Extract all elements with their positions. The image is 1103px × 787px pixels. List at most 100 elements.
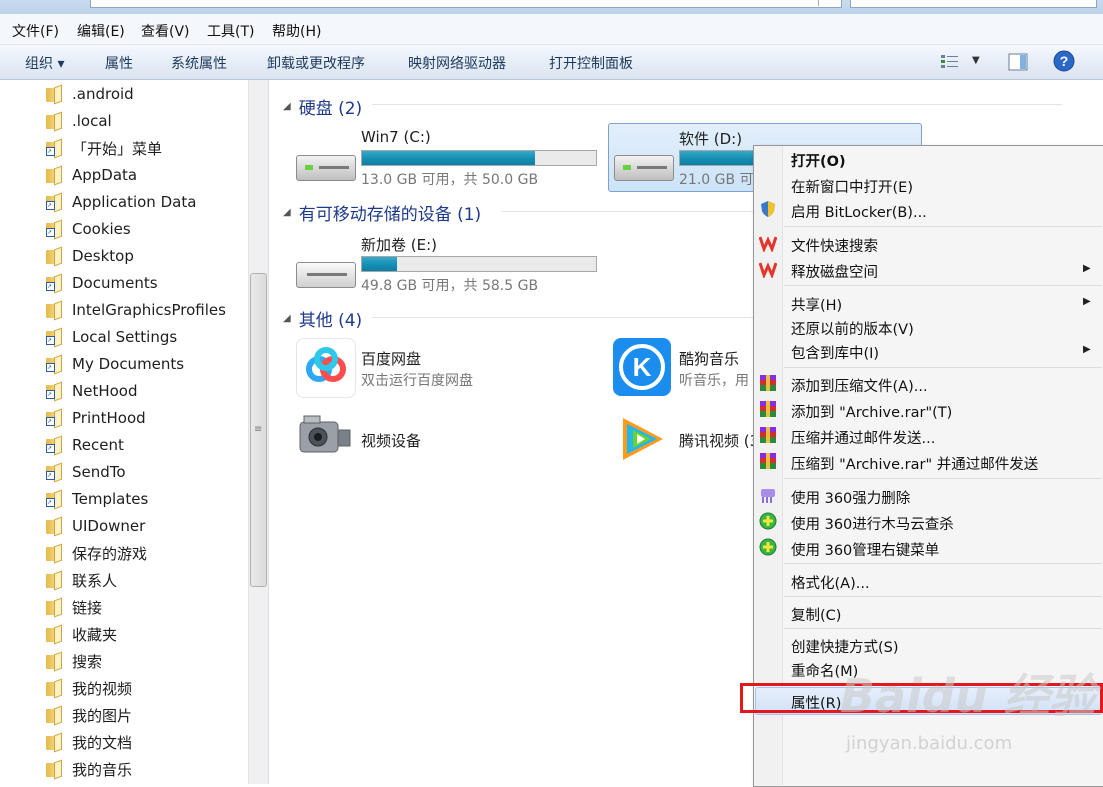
nav-item[interactable]: ↗ SendTo (46, 459, 126, 485)
tencent-video-icon (613, 410, 671, 468)
shortcut-folder-icon: ↗ (46, 462, 62, 483)
svg-text:K: K (633, 352, 652, 382)
recent-icon: ↗ (46, 435, 62, 456)
menu-add-archive[interactable]: 添加到压缩文件(A)... (791, 375, 928, 396)
nav-item-label: Documents (72, 274, 158, 292)
nav-item[interactable]: ↗ Application Data (46, 189, 196, 215)
menu-view[interactable]: 查看(V) (141, 21, 190, 41)
menu-bar: 文件(F) 编辑(E) 查看(V) 工具(T) 帮助(H) (0, 14, 1103, 45)
group-label: 硬盘 (2) (298, 99, 363, 119)
app-name: 视频设备 (361, 432, 422, 450)
address-input[interactable] (90, 0, 842, 8)
uninstall-button[interactable]: 卸载或更改程序 (267, 53, 365, 73)
menu-separator (784, 628, 1102, 629)
nav-item-label: Desktop (72, 247, 134, 265)
collapse-icon[interactable]: ◢ (283, 207, 291, 218)
menu-help[interactable]: 帮助(H) (272, 21, 321, 41)
menu-wps-search[interactable]: 文件快速搜索 (791, 235, 878, 256)
nav-item-label: .android (72, 85, 134, 103)
nav-item[interactable]: 保存的游戏 (46, 540, 147, 566)
view-options-icon[interactable] (940, 53, 960, 71)
nav-item[interactable]: .android (46, 81, 134, 107)
submenu-arrow-icon: ▶ (1083, 296, 1091, 307)
preview-pane-icon[interactable] (1008, 53, 1028, 71)
nav-item-label: AppData (72, 166, 138, 184)
nav-item[interactable]: 收藏夹 (46, 621, 117, 647)
winrar-icon (759, 452, 777, 470)
nav-item[interactable]: ↗ Cookies (46, 216, 131, 242)
search-input[interactable] (850, 0, 1097, 8)
scrollbar-grip-icon: ≡ (254, 424, 263, 435)
menu-share[interactable]: 共享(H) (791, 294, 842, 315)
menu-separator (784, 563, 1102, 564)
menu-separator (784, 478, 1102, 479)
nav-item-label: 保存的游戏 (72, 544, 148, 563)
360-icon (759, 538, 777, 556)
nav-item-label: Local Settings (72, 328, 178, 346)
nav-item-label: IntelGraphicsProfiles (72, 301, 226, 319)
menu-open[interactable]: 打开(O) (791, 150, 846, 171)
nav-item[interactable]: Desktop (46, 243, 134, 269)
nav-item[interactable]: 我的视频 (46, 675, 132, 701)
nav-item[interactable]: ↗ Documents (46, 270, 158, 296)
menu-file[interactable]: 文件(F) (12, 21, 59, 41)
nav-item-label: 联系人 (72, 571, 118, 590)
nav-item[interactable]: ↗ PrintHood (46, 405, 146, 431)
menu-360-scan[interactable]: 使用 360进行木马云查杀 (791, 513, 954, 534)
menu-compress-email[interactable]: 压缩并通过邮件发送... (791, 427, 935, 448)
nav-item[interactable]: .local (46, 108, 112, 134)
nav-item[interactable]: ↗ My Documents (46, 351, 184, 377)
menu-format[interactable]: 格式化(A)... (791, 572, 870, 593)
address-dropdown-button[interactable] (818, 0, 841, 6)
control-panel-button[interactable]: 打开控制面板 (549, 53, 633, 73)
menu-edit[interactable]: 编辑(E) (77, 21, 125, 41)
nav-item[interactable]: 搜索 (46, 648, 102, 674)
nav-item[interactable]: ↗ Recent (46, 432, 124, 458)
nav-item[interactable]: ↗ Templates (46, 486, 148, 512)
app-name: 腾讯视频 (3 (679, 432, 760, 450)
menu-360-shred[interactable]: 使用 360强力删除 (791, 487, 910, 508)
nav-item[interactable]: UIDowner (46, 513, 145, 539)
nav-item[interactable]: ↗ NetHood (46, 378, 138, 404)
nav-item[interactable]: AppData (46, 162, 137, 188)
nav-item[interactable]: ↗ 「开始」菜单 (46, 135, 162, 161)
command-bar: 组织 ▾ 属性 系统属性 卸载或更改程序 映射网络驱动器 打开控制面板 ▼ ? (0, 45, 1103, 80)
group-other[interactable]: ◢ 其他 (4) (283, 306, 362, 331)
organize-button[interactable]: 组织 ▾ (25, 53, 64, 73)
menu-copy[interactable]: 复制(C) (791, 604, 841, 625)
drive-usage-bar (361, 150, 597, 166)
nav-item-label: 我的图片 (72, 706, 133, 725)
group-label: 有可移动存储的设备 (1) (298, 205, 482, 225)
nav-item[interactable]: 联系人 (46, 567, 117, 593)
system-properties-button[interactable]: 系统属性 (171, 53, 227, 73)
menu-add-to-rar[interactable]: 添加到 "Archive.rar"(T) (791, 401, 952, 422)
group-removable[interactable]: ◢ 有可移动存储的设备 (1) (283, 200, 481, 225)
properties-button[interactable]: 属性 (105, 53, 133, 73)
nav-item[interactable]: 链接 (46, 594, 102, 620)
nav-item[interactable]: ↗ Local Settings (46, 324, 177, 350)
menu-include-library[interactable]: 包含到库中(I) (791, 342, 879, 363)
menu-360-manage[interactable]: 使用 360管理右键菜单 (791, 539, 939, 560)
map-drive-button[interactable]: 映射网络驱动器 (408, 53, 506, 73)
nav-item-label: PrintHood (72, 409, 146, 427)
nav-item[interactable]: 我的音乐 (46, 756, 132, 782)
menu-tools[interactable]: 工具(T) (207, 21, 254, 41)
nav-item-label: 我的音乐 (72, 760, 133, 779)
nav-item[interactable]: IntelGraphicsProfiles (46, 297, 226, 323)
removable-drive-icon (296, 262, 356, 288)
group-hard-disks[interactable]: ◢ 硬盘 (2) (283, 94, 362, 119)
collapse-icon[interactable]: ◢ (283, 101, 291, 112)
kugou-icon: K (613, 338, 671, 396)
menu-create-shortcut[interactable]: 创建快捷方式(S) (791, 636, 899, 657)
collapse-icon[interactable]: ◢ (283, 313, 291, 324)
nav-item[interactable]: 我的文档 (46, 729, 132, 755)
menu-open-new-window[interactable]: 在新窗口中打开(E) (791, 176, 913, 197)
menu-bitlocker[interactable]: 启用 BitLocker(B)... (791, 201, 927, 222)
view-dropdown-icon[interactable]: ▼ (972, 55, 980, 66)
menu-compress-rar-email[interactable]: 压缩到 "Archive.rar" 并通过邮件发送 (791, 453, 1038, 474)
menu-wps-free-space[interactable]: 释放磁盘空间 (791, 261, 878, 282)
menu-restore-versions[interactable]: 还原以前的版本(V) (791, 318, 914, 339)
nav-item[interactable]: 我的图片 (46, 702, 132, 728)
help-icon[interactable]: ? (1053, 50, 1075, 72)
submenu-arrow-icon: ▶ (1083, 344, 1091, 355)
